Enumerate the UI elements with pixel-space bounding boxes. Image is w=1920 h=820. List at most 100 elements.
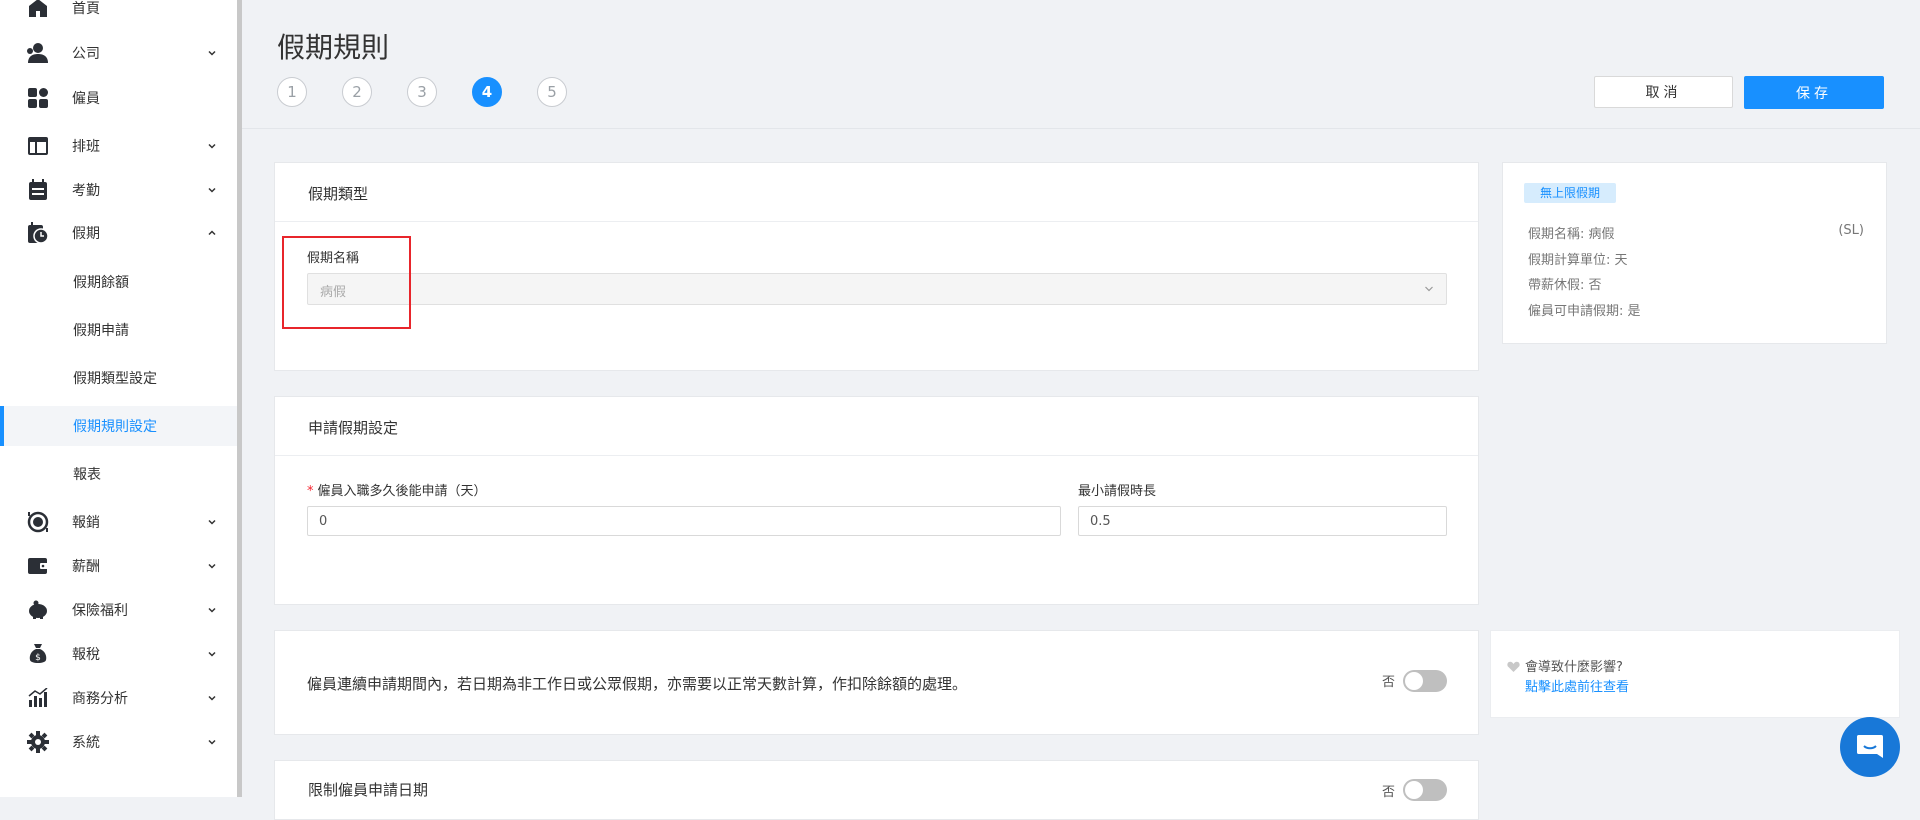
chevron-down-icon [208, 187, 216, 193]
info-paid-leave: 帶薪休假: 否 [1528, 278, 1602, 293]
sidebar-item-label: 考勤 [72, 183, 100, 199]
info-leave-name: 假期名稱: 病假 [1528, 227, 1615, 242]
chevron-down-icon [1425, 286, 1433, 292]
money-cycle-icon [26, 510, 50, 534]
sidebar-item-employee[interactable]: 僱員 [0, 76, 237, 120]
onboard-days-label: * 僱員入職多久後能申請（天） [307, 480, 487, 499]
sidebar-item-payroll[interactable]: 薪酬 [0, 544, 237, 588]
leave-name-select[interactable]: 病假 [307, 273, 1447, 305]
sidebar-item-label: 假期餘額 [73, 275, 129, 291]
chevron-up-icon [208, 230, 216, 236]
toggle-state-label: 否 [1382, 785, 1396, 800]
sidebar-item-label: 保險福利 [72, 603, 128, 619]
onboard-days-label-text: 僱員入職多久後能申請（天） [317, 484, 487, 499]
sidebar-subitem-leave-balance[interactable]: 假期餘額 [0, 262, 237, 302]
impact-card: 會導致什麼影響? 點擊此處前往查看 [1490, 630, 1900, 718]
chevron-down-icon [208, 143, 216, 149]
leave-type-card: 假期類型 假期名稱 病假 [274, 162, 1479, 371]
sidebar-item-reimbursement[interactable]: 報銷 [0, 500, 237, 544]
sidebar-item-label: 報表 [73, 467, 101, 483]
gear-icon [26, 730, 50, 754]
sidebar-item-label: 報銷 [72, 515, 100, 531]
step-4[interactable]: 4 [472, 77, 502, 107]
highlight-box [282, 236, 411, 329]
card-header: 假期類型 [275, 163, 1478, 222]
holiday-rule-text: 僱員連續申請期間內，若日期為非工作日或公眾假期，亦需要以正常天數計算，作扣除餘額… [307, 675, 968, 693]
money-bag-icon: $ [26, 642, 50, 666]
card-title: 假期類型 [308, 185, 369, 203]
unlimited-leave-badge: 無上限假期 [1524, 183, 1617, 203]
sidebar-item-leave[interactable]: 假期 [0, 211, 237, 255]
sidebar-item-label: 僱員 [72, 91, 100, 107]
page-title: 假期規則 [277, 31, 390, 64]
sidebar-item-attendance[interactable]: 考勤 [0, 168, 237, 212]
sidebar-item-label: 假期申請 [73, 323, 129, 339]
sidebar-item-home[interactable]: 首頁 [0, 0, 237, 30]
sidebar-subitem-leave-rule-settings[interactable]: 假期規則設定 [0, 406, 237, 446]
info-leave-unit: 假期計算單位: 天 [1528, 253, 1628, 268]
cancel-button[interactable]: 取消 [1594, 76, 1733, 108]
wallet-icon [26, 554, 50, 578]
sidebar-item-company[interactable]: 公司 [0, 31, 237, 75]
info-leave-code: (SL) [1838, 223, 1864, 238]
toggle-state-label: 否 [1382, 675, 1396, 690]
calendar-icon [26, 178, 50, 202]
sidebar-subitem-reports[interactable]: 報表 [0, 454, 237, 494]
sidebar-item-analytics[interactable]: 商務分析 [0, 676, 237, 720]
card-title: 申請假期設定 [308, 419, 399, 437]
sidebar-item-tax[interactable]: $ 報稅 [0, 632, 237, 676]
bar-chart-icon [26, 686, 50, 710]
sidebar-item-system[interactable]: 系統 [0, 720, 237, 764]
sidebar-item-label: 公司 [72, 46, 100, 62]
sidebar-item-label: 首頁 [72, 1, 100, 17]
sidebar-item-label: 系統 [72, 735, 100, 751]
sidebar-item-label: 排班 [72, 139, 100, 155]
sidebar-item-label: 薪酬 [72, 559, 100, 575]
step-1[interactable]: 1 [277, 77, 307, 107]
sidebar-item-label: 假期規則設定 [73, 419, 157, 435]
holiday-rule-toggle[interactable] [1403, 670, 1447, 692]
chevron-down-icon [208, 607, 216, 613]
limit-date-toggle[interactable] [1403, 779, 1447, 801]
heart-icon [1507, 661, 1520, 672]
leave-info-card: 無上限假期 假期名稱: 病假 (SL) 假期計算單位: 天 帶薪休假: 否 僱員… [1502, 162, 1887, 344]
card-header: 申請假期設定 [275, 397, 1478, 456]
onboard-days-input[interactable] [307, 506, 1061, 536]
chevron-down-icon [208, 563, 216, 569]
chat-icon [1857, 735, 1883, 758]
chevron-down-icon [208, 50, 216, 56]
sidebar-item-label: 報稅 [72, 647, 100, 663]
home-icon [26, 0, 50, 20]
step-3[interactable]: 3 [407, 77, 437, 107]
piggy-bank-icon [26, 598, 50, 622]
chevron-down-icon [208, 695, 216, 701]
save-button[interactable]: 保存 [1744, 76, 1884, 109]
sidebar-item-insurance[interactable]: 保險福利 [0, 588, 237, 632]
min-duration-input[interactable] [1078, 506, 1447, 536]
step-5[interactable]: 5 [537, 77, 567, 107]
chat-support-button[interactable] [1840, 717, 1900, 777]
holiday-rule-card: 僱員連續申請期間內，若日期為非工作日或公眾假期，亦需要以正常天數計算，作扣除餘額… [274, 630, 1479, 735]
required-asterisk: * [307, 484, 314, 499]
users-icon [26, 41, 50, 65]
sidebar-subitem-leave-application[interactable]: 假期申請 [0, 310, 237, 350]
chevron-down-icon [208, 519, 216, 525]
sidebar-item-label: 商務分析 [72, 691, 128, 707]
impact-view-link[interactable]: 點擊此處前往查看 [1525, 676, 1629, 695]
page-header [242, 0, 1920, 129]
chevron-down-icon [208, 739, 216, 745]
sidebar-item-schedule[interactable]: 排班 [0, 124, 237, 168]
limit-date-card: 限制僱員申請日期 否 [274, 760, 1479, 820]
sidebar-item-label: 假期 [72, 226, 100, 242]
sidebar-subitem-leave-type-settings[interactable]: 假期類型設定 [0, 358, 237, 398]
min-duration-label: 最小請假時長 [1078, 484, 1157, 499]
sidebar-item-label: 假期類型設定 [73, 371, 157, 387]
apply-settings-card: 申請假期設定 *僱員入職多久後能申請（天） 最小請假時長 [274, 396, 1479, 605]
svg-text:$: $ [35, 653, 41, 663]
info-can-apply: 僱員可申請假期: 是 [1528, 304, 1641, 319]
sidebar: 首頁 公司 僱員 排班 考勤 假期 假期餘額 假期申請 假期類型設定 假期規則設… [0, 0, 237, 797]
calendar-clock-icon [26, 221, 50, 245]
apps-icon [26, 86, 50, 110]
chevron-down-icon [208, 651, 216, 657]
step-2[interactable]: 2 [342, 77, 372, 107]
